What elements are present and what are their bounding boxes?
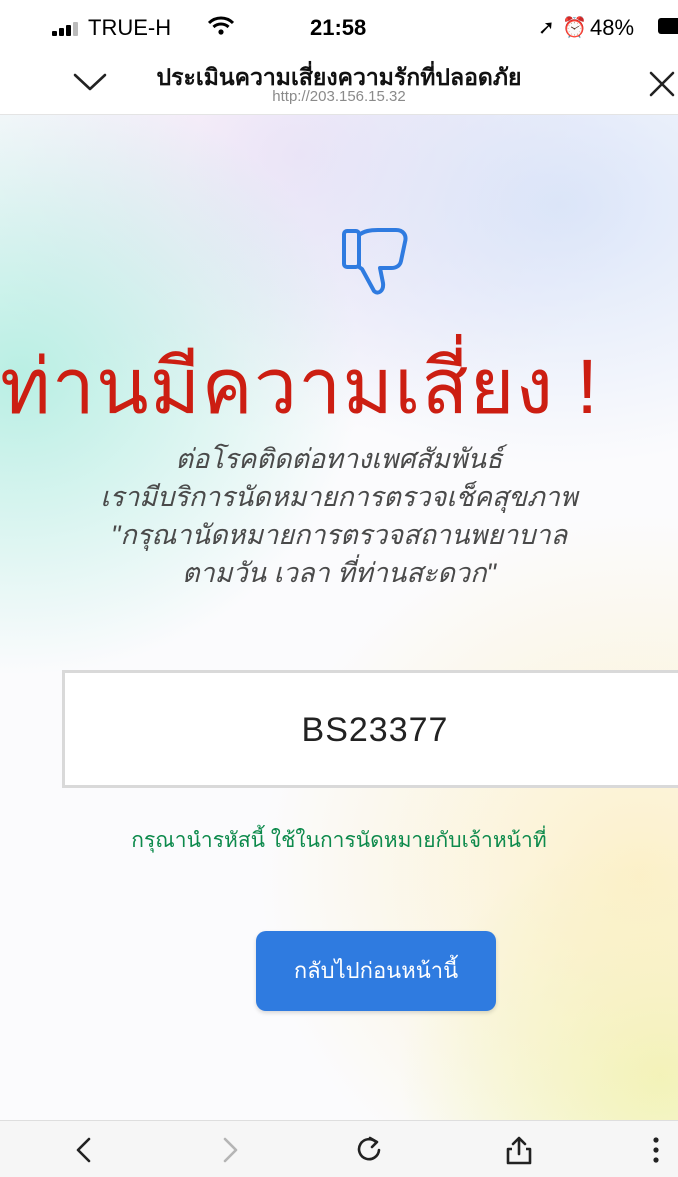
- result-line-1: ต่อโรคติดต่อทางเพศสัมพันธ์: [175, 444, 503, 474]
- result-line-2: เรามีบริการนัดหมายการตรวจเช็คสุขภาพ: [100, 482, 578, 512]
- status-bar: TRUE-H 21:58 ➚ ⏰ 48%: [0, 0, 678, 52]
- browser-toolbar: [0, 1120, 678, 1177]
- signal-icon: [52, 22, 82, 36]
- share-icon[interactable]: [504, 1135, 534, 1165]
- carrier-name: TRUE-H: [88, 15, 172, 40]
- thumbs-down-icon: [342, 228, 408, 295]
- reload-icon[interactable]: [354, 1135, 384, 1165]
- appointment-code: BS23377: [301, 711, 449, 749]
- result-line-3: "กรุณานัดหมายการตรวจสถานพยาบาล: [110, 520, 568, 550]
- back-icon[interactable]: [70, 1135, 100, 1165]
- browser-header: ประเมินความเสี่ยงความรักที่ปลอดภัย http:…: [0, 52, 678, 115]
- result-panel: ท่านมีความเสี่ยง ! ต่อโรคติดต่อทางเพศสัม…: [0, 115, 678, 1120]
- page-url: http://203.156.15.32: [272, 88, 406, 105]
- risk-headline: ท่านมีความเสี่ยง !: [0, 344, 599, 430]
- wifi-icon: [208, 16, 234, 35]
- more-icon[interactable]: [648, 1135, 664, 1165]
- forward-icon[interactable]: [214, 1135, 244, 1165]
- status-time: 21:58: [310, 15, 367, 40]
- code-instruction: กรุณานำรหัสนี้ ใช้ในการนัดหมายกับเจ้าหน้…: [131, 829, 547, 852]
- battery-percent: 48%: [590, 15, 635, 40]
- go-back-button[interactable]: กลับไปก่อนหน้านี้: [256, 931, 496, 1011]
- battery-icon: [658, 18, 678, 34]
- code-box: BS23377: [62, 670, 678, 788]
- result-line-4: ตามวัน เวลา ที่ท่านสะดวก": [181, 558, 497, 588]
- alarm-icon: ⏰: [562, 17, 587, 39]
- close-icon[interactable]: [646, 68, 678, 100]
- location-icon: ➚: [538, 17, 555, 39]
